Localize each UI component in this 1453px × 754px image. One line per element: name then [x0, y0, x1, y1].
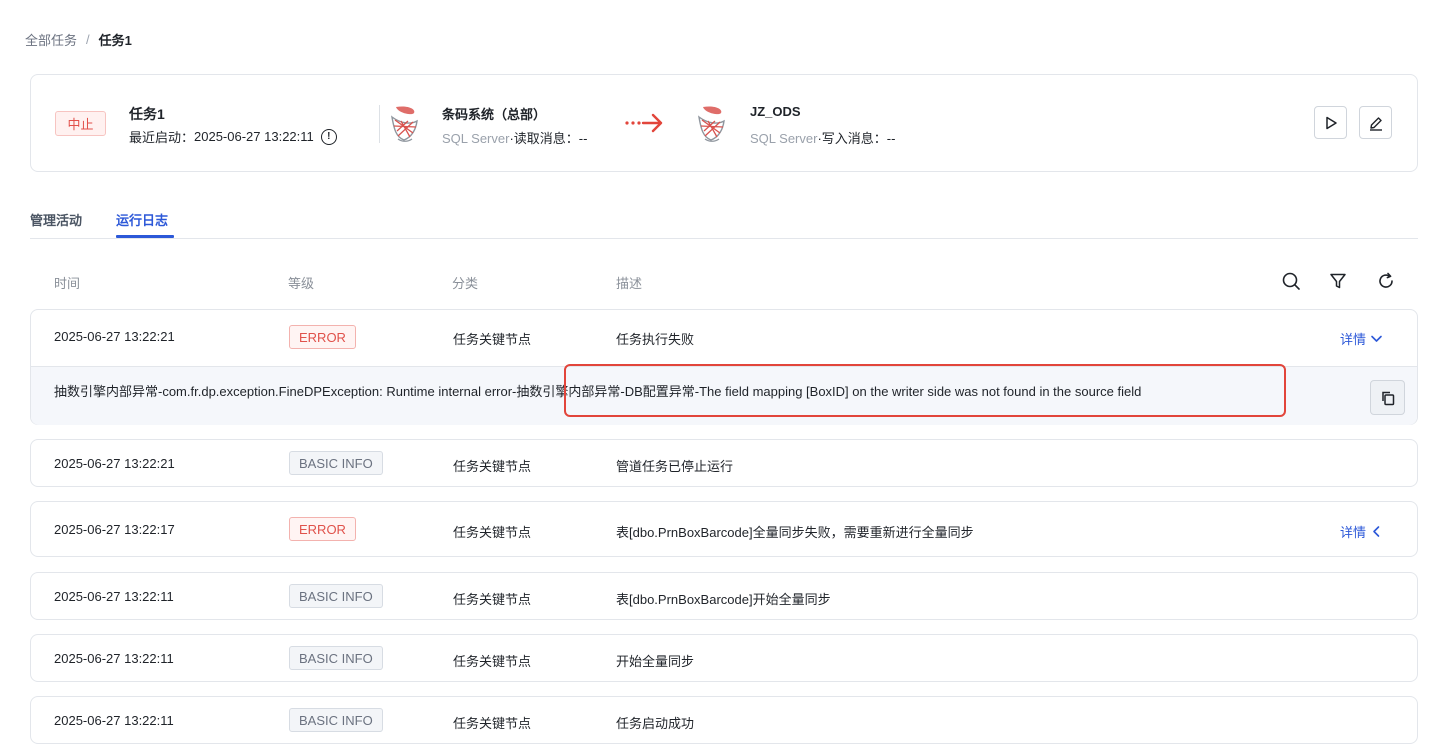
log-category: 任务关键节点 — [453, 459, 532, 474]
log-time: 2025-06-27 13:22:11 — [54, 713, 174, 728]
error-detail-text: 抽数引擎内部异常-com.fr.dp.exception.FineDPExcep… — [54, 384, 1142, 399]
source-db-name: 条码系统（总部） — [442, 107, 547, 122]
level-badge-error: ERROR — [289, 517, 356, 541]
edit-button[interactable] — [1359, 106, 1392, 139]
target-db-meta: SQL Server·写入消息：-- — [750, 128, 895, 147]
level-badge-info: BASIC INFO — [289, 584, 383, 608]
log-desc: 表[dbo.PrnBoxBarcode]开始全量同步 — [616, 592, 831, 607]
level-badge-info: BASIC INFO — [289, 646, 383, 670]
copy-button[interactable] — [1370, 380, 1405, 415]
log-time: 2025-06-27 13:22:21 — [54, 329, 175, 344]
tab-bar: 管理活动 运行日志 — [30, 200, 1418, 239]
log-category: 任务关键节点 — [453, 332, 532, 347]
target-db-name: JZ_ODS — [750, 104, 801, 119]
log-table-header: 时间 等级 分类 描述 — [30, 266, 1418, 296]
log-time: 2025-06-27 13:22:17 — [54, 522, 175, 537]
source-db-type: SQL Server — [442, 131, 510, 146]
filter-icon[interactable] — [1328, 271, 1348, 291]
log-category: 任务关键节点 — [453, 654, 532, 669]
flow-arrow-icon — [625, 113, 663, 133]
info-icon[interactable]: ! — [320, 128, 337, 145]
log-row[interactable]: 2025-06-27 13:22:21 ERROR 任务关键节点 任务执行失败 … — [30, 309, 1418, 425]
log-time: 2025-06-27 13:22:21 — [54, 456, 175, 471]
log-row[interactable]: 2025-06-27 13:22:17 ERROR 任务关键节点 表[dbo.P… — [30, 501, 1418, 557]
copy-icon — [1381, 391, 1394, 405]
source-db-meta: SQL Server·读取消息：-- — [442, 128, 587, 147]
log-category: 任务关键节点 — [453, 592, 532, 607]
tab-manage-activity[interactable]: 管理活动 — [30, 210, 82, 229]
detail-label: 详情 — [1340, 332, 1367, 347]
header-category: 分类 — [452, 276, 479, 291]
level-badge-info: BASIC INFO — [289, 708, 383, 732]
active-tab-indicator — [116, 235, 174, 238]
detail-toggle[interactable]: 详情 — [1340, 522, 1383, 541]
chevron-left-icon — [1373, 526, 1380, 537]
log-desc: 管道任务已停止运行 — [616, 459, 734, 474]
breadcrumb-current: 任务1 — [98, 33, 132, 48]
log-desc: 任务执行失败 — [616, 332, 695, 347]
error-detail-panel: 抽数引擎内部异常-com.fr.dp.exception.FineDPExcep… — [31, 366, 1417, 425]
log-category: 任务关键节点 — [453, 716, 532, 731]
run-button[interactable] — [1314, 106, 1347, 139]
target-msg-value: -- — [886, 131, 896, 146]
task-name: 任务1 — [129, 106, 165, 122]
tab-run-log[interactable]: 运行日志 — [116, 210, 168, 229]
sql-server-target-icon — [698, 106, 725, 142]
search-icon[interactable] — [1281, 271, 1301, 291]
log-desc: 表[dbo.PrnBoxBarcode]全量同步失败，需要重新进行全量同步 — [616, 525, 974, 540]
status-badge: 中止 — [55, 111, 106, 136]
log-desc: 开始全量同步 — [616, 654, 695, 669]
edit-icon — [1369, 116, 1382, 131]
target-msg-label: 写入消息： — [821, 131, 887, 146]
log-category: 任务关键节点 — [453, 525, 532, 540]
task-summary-card: 中止 任务1 最近启动： 2025-06-27 13:22:11 ! 条码系统（… — [30, 74, 1418, 172]
log-desc: 任务启动成功 — [616, 716, 695, 731]
last-start-label: 最近启动： — [129, 130, 195, 145]
log-row[interactable]: 2025-06-27 13:22:21 BASIC INFO 任务关键节点 管道… — [30, 439, 1418, 487]
log-row[interactable]: 2025-06-27 13:22:11 BASIC INFO 任务关键节点 任务… — [30, 696, 1418, 744]
header-level: 等级 — [288, 276, 315, 291]
play-icon — [1325, 116, 1337, 129]
detail-toggle[interactable]: 详情 — [1340, 329, 1383, 348]
divider — [379, 105, 380, 143]
header-time: 时间 — [54, 276, 81, 291]
log-time: 2025-06-27 13:22:11 — [54, 589, 174, 604]
sql-server-source-icon — [391, 106, 418, 142]
chevron-down-icon — [1371, 335, 1382, 342]
breadcrumb-separator: / — [86, 32, 90, 47]
level-badge-error: ERROR — [289, 325, 356, 349]
log-time: 2025-06-27 13:22:11 — [54, 651, 174, 666]
log-row[interactable]: 2025-06-27 13:22:11 BASIC INFO 任务关键节点 表[… — [30, 572, 1418, 620]
log-row[interactable]: 2025-06-27 13:22:11 BASIC INFO 任务关键节点 开始… — [30, 634, 1418, 682]
level-badge-info: BASIC INFO — [289, 451, 383, 475]
breadcrumb: 全部任务 / 任务1 — [25, 30, 132, 49]
target-db-type: SQL Server — [750, 131, 818, 146]
last-start-time: 2025-06-27 13:22:11 — [194, 129, 314, 144]
breadcrumb-all-tasks[interactable]: 全部任务 — [25, 30, 77, 49]
source-msg-value: -- — [578, 131, 588, 146]
task-last-start: 最近启动： 2025-06-27 13:22:11 ! — [129, 127, 337, 146]
header-desc: 描述 — [616, 276, 643, 291]
detail-label: 详情 — [1340, 525, 1367, 540]
refresh-icon[interactable] — [1376, 271, 1396, 291]
source-msg-label: 读取消息： — [513, 131, 579, 146]
